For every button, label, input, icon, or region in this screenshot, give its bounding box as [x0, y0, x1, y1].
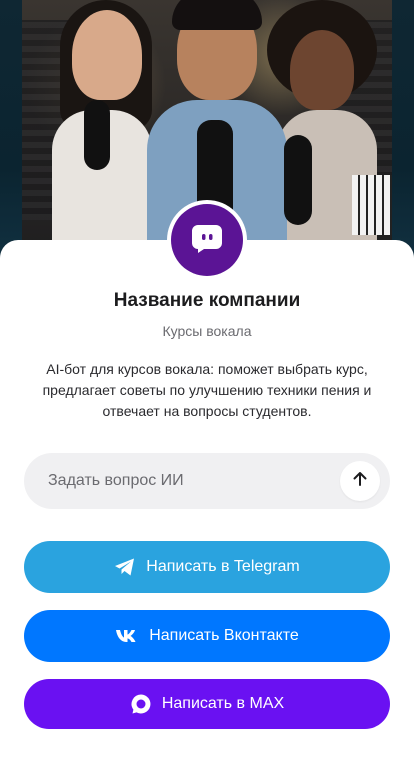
singer-face: [290, 30, 354, 110]
send-button[interactable]: [340, 461, 380, 501]
max-button[interactable]: Написать в MAX: [24, 679, 390, 729]
hero-side-right: [392, 0, 414, 280]
telegram-button[interactable]: Написать в Telegram: [24, 541, 390, 593]
max-icon: [130, 693, 152, 715]
ask-ai-box: [24, 453, 390, 509]
singer-hair: [172, 0, 262, 30]
company-description: AI-бот для курсов вокала: поможет выбрат…: [42, 361, 372, 419]
singer-face: [72, 10, 142, 100]
vk-button[interactable]: Написать Вконтакте: [24, 610, 390, 662]
arrow-up-icon: [351, 470, 369, 493]
telegram-icon: [114, 557, 136, 577]
telegram-button-label: Написать в Telegram: [146, 558, 300, 575]
max-button-label: Написать в MAX: [161, 695, 285, 712]
chat-bot-icon: [190, 221, 224, 260]
ask-ai-input[interactable]: [24, 453, 340, 509]
vk-icon: [115, 629, 139, 643]
avatar: [167, 200, 247, 280]
company-subtitle: Курсы вокала: [162, 323, 252, 339]
microphone: [284, 135, 312, 225]
microphone: [84, 100, 110, 170]
company-avatar: [171, 204, 243, 276]
hero-side-left: [0, 0, 22, 280]
vk-button-label: Написать Вконтакте: [149, 627, 299, 644]
company-name: Название компании: [113, 290, 301, 311]
